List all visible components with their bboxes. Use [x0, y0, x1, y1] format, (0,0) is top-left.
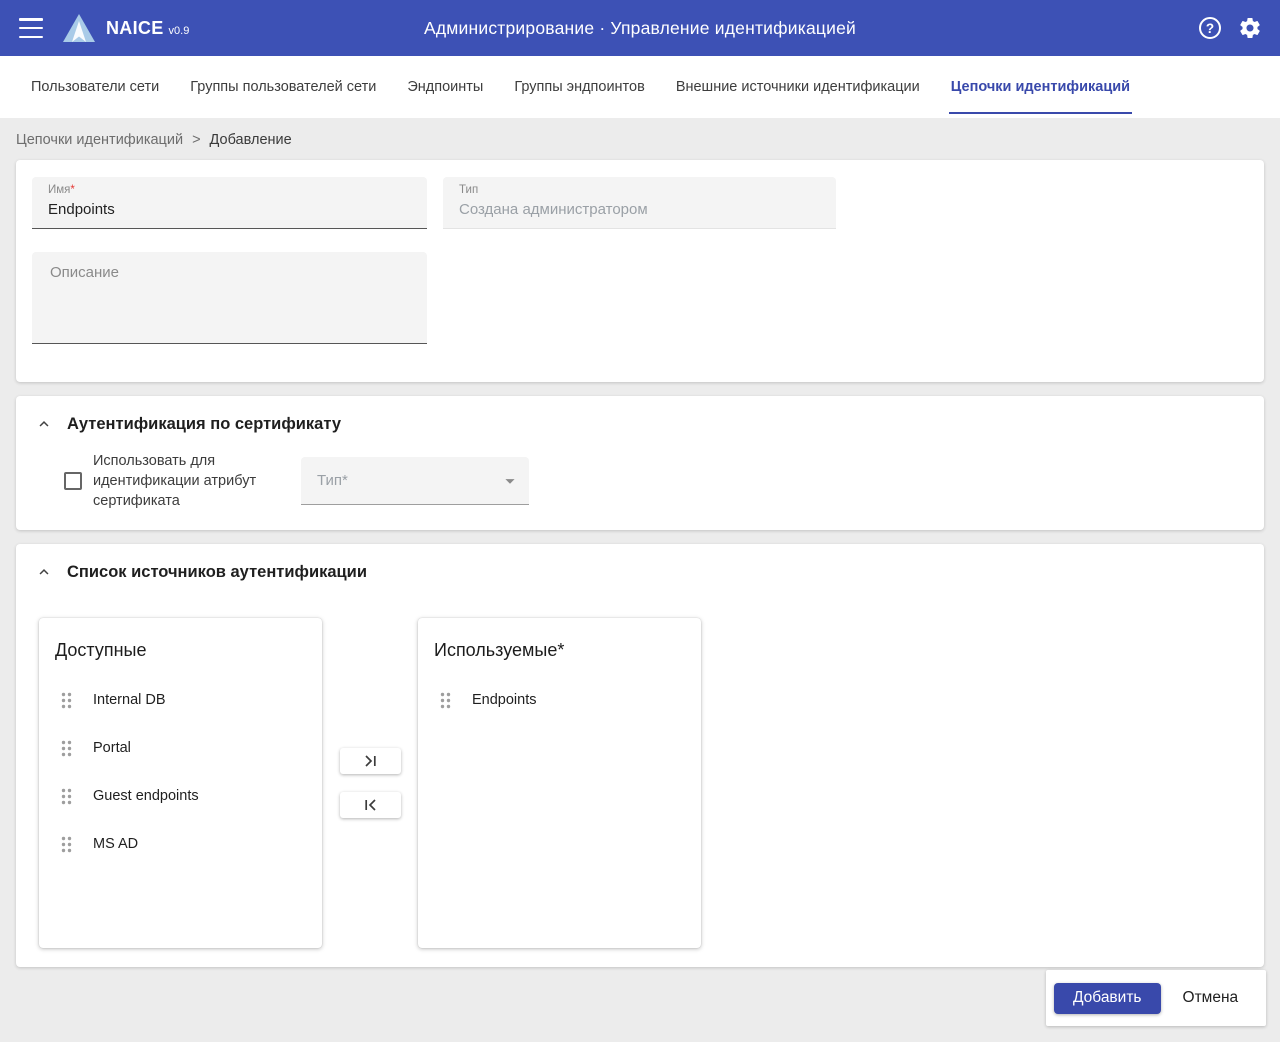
list-item-label: Internal DB: [93, 692, 166, 708]
cancel-button[interactable]: Отмена: [1183, 989, 1239, 1007]
name-field-label: Имя*: [48, 184, 411, 197]
menu-button[interactable]: [18, 16, 44, 40]
chevron-up-icon: [35, 563, 53, 581]
type-input: [459, 197, 820, 218]
help-icon: ?: [1206, 21, 1214, 36]
list-item[interactable]: Internal DB: [39, 676, 322, 724]
tab-external-identity-sources[interactable]: Внешние источники идентификации: [676, 56, 920, 118]
page-title: Администрирование · Управление идентифик…: [424, 18, 856, 39]
hamburger-icon: [19, 18, 43, 21]
certificate-type-select-label: Тип*: [317, 472, 499, 489]
tab-endpoint-groups[interactable]: Группы эндпоинтов: [514, 56, 644, 118]
list-item-label: Endpoints: [472, 692, 537, 708]
breadcrumb-current: Добавление: [210, 131, 292, 150]
product-version: v0.9: [169, 25, 190, 37]
certificate-section-title: Аутентификация по сертификату: [67, 415, 341, 434]
tab-endpoints[interactable]: Эндпоинты: [407, 56, 483, 118]
drag-handle-icon[interactable]: [61, 836, 72, 853]
sources-section-title: Список источников аутентификации: [67, 563, 367, 582]
certificate-section-collapse-button[interactable]: [32, 412, 56, 436]
general-form-card: Имя* Тип: [16, 160, 1264, 382]
list-item-label: MS AD: [93, 836, 138, 852]
tab-network-users[interactable]: Пользователи сети: [31, 56, 159, 118]
list-item-label: Guest endpoints: [93, 788, 199, 804]
app-bar: NAICE v0.9 Администрирование · Управлени…: [0, 0, 1280, 56]
naice-logo: [62, 13, 96, 43]
tab-identity-chains[interactable]: Цепочки идентификаций: [951, 56, 1130, 118]
certificate-attribute-checkbox[interactable]: [64, 472, 82, 490]
type-field: Тип: [443, 177, 836, 229]
help-button[interactable]: ?: [1199, 17, 1221, 39]
submit-button[interactable]: Добавить: [1054, 983, 1161, 1014]
list-item[interactable]: Endpoints: [418, 676, 701, 724]
type-field-label: Тип: [459, 184, 820, 197]
certificate-type-select: Тип*: [301, 457, 529, 505]
product-name: NAICE: [106, 18, 164, 39]
breadcrumb-parent-link[interactable]: Цепочки идентификаций: [16, 131, 183, 150]
brand: NAICE v0.9: [106, 18, 189, 39]
action-bar: Добавить Отмена: [1046, 970, 1266, 1026]
used-list-title: Используемые*: [434, 640, 685, 661]
certificate-checkbox-label: Использовать для идентификации атрибут с…: [93, 451, 285, 511]
breadcrumb-separator: >: [192, 131, 200, 150]
gear-icon: [1238, 16, 1262, 40]
chevron-down-icon: [499, 470, 521, 492]
list-item[interactable]: Guest endpoints: [39, 772, 322, 820]
drag-handle-icon[interactable]: [61, 788, 72, 805]
breadcrumb: Цепочки идентификаций > Добавление: [0, 118, 1280, 160]
sources-section-collapse-button[interactable]: [32, 560, 56, 584]
move-right-icon: [364, 755, 377, 767]
drag-handle-icon[interactable]: [61, 740, 72, 757]
move-left-icon: [364, 799, 377, 811]
name-input[interactable]: [48, 197, 411, 218]
drag-handle-icon[interactable]: [440, 692, 451, 709]
settings-button[interactable]: [1238, 16, 1262, 40]
required-asterisk: *: [70, 184, 74, 196]
tab-bar: Пользователи сети Группы пользователей с…: [0, 56, 1280, 118]
name-field: Имя*: [32, 177, 427, 229]
auth-sources-card: Список источников аутентификации Доступн…: [16, 544, 1264, 967]
list-item[interactable]: Portal: [39, 724, 322, 772]
chevron-up-icon: [35, 415, 53, 433]
available-list-title: Доступные: [55, 640, 306, 661]
used-sources-list: Используемые* Endpoints: [418, 618, 701, 948]
certificate-auth-card: Аутентификация по сертификату Использова…: [16, 396, 1264, 530]
drag-handle-icon[interactable]: [61, 692, 72, 709]
transfer-controls: [322, 618, 418, 948]
description-textarea[interactable]: [48, 262, 411, 333]
move-all-left-button[interactable]: [340, 792, 401, 818]
list-item-label: Portal: [93, 740, 131, 756]
move-all-right-button[interactable]: [340, 748, 401, 774]
app-bar-actions: ?: [1199, 16, 1262, 40]
available-sources-list: Доступные Internal DB Portal Guest endpo…: [39, 618, 322, 948]
tab-network-user-groups[interactable]: Группы пользователей сети: [190, 56, 376, 118]
description-field: [32, 252, 427, 344]
list-item[interactable]: MS AD: [39, 820, 322, 868]
